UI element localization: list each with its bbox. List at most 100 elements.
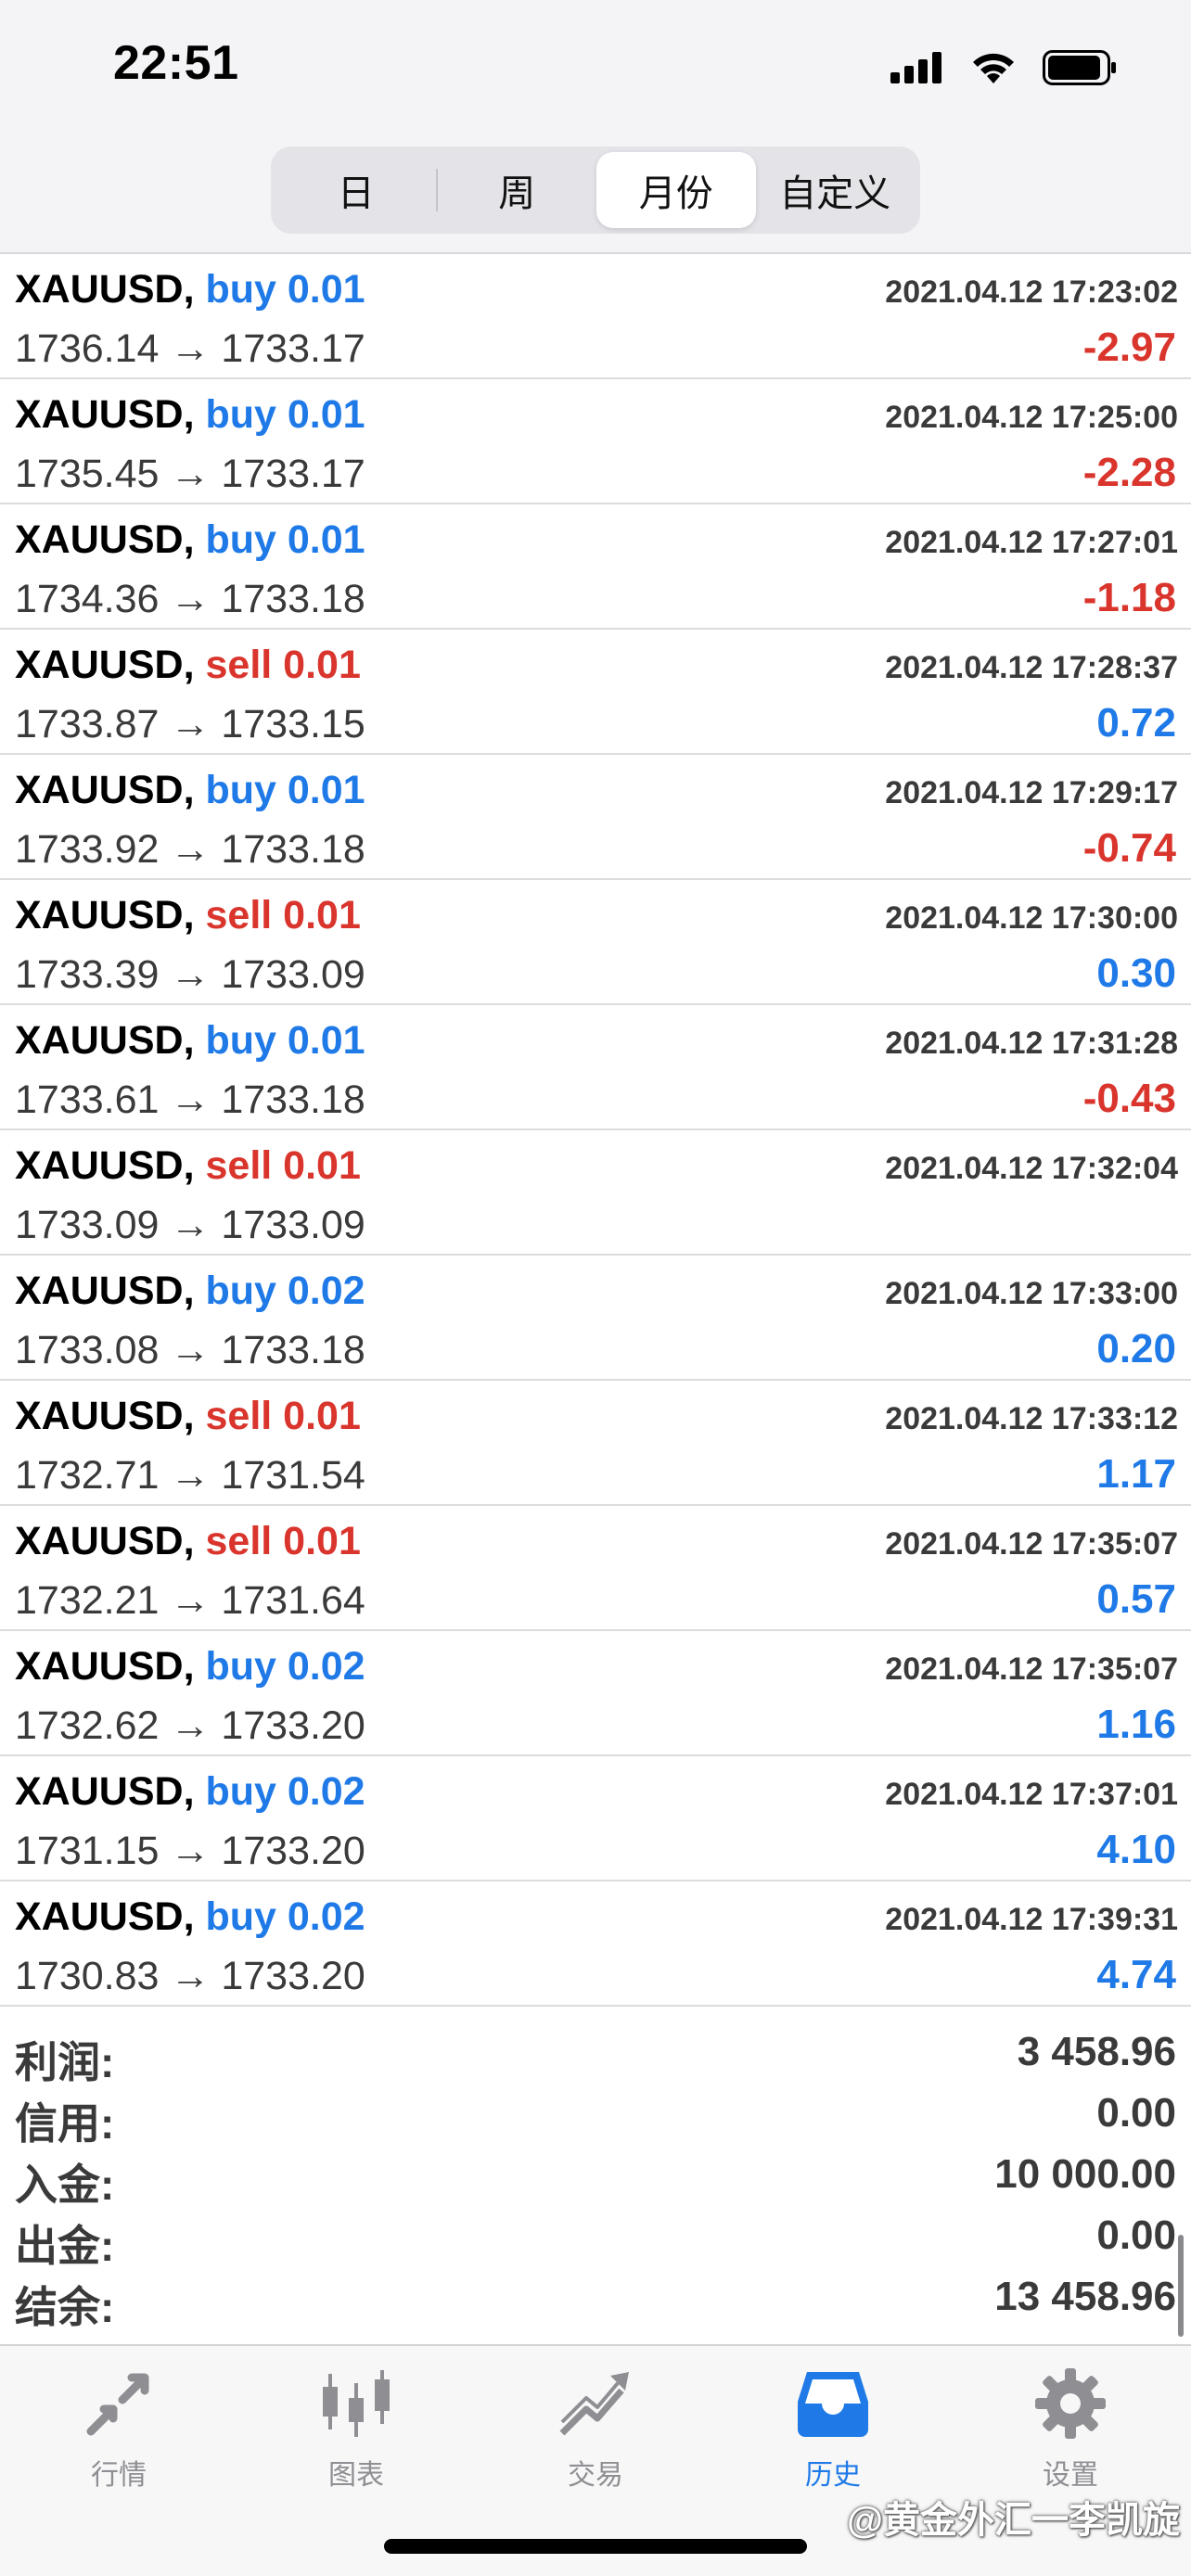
deal-open-price: 1733.61: [15, 1078, 160, 1122]
deal-time: 2021.04.12 17:31:28: [885, 1026, 1178, 1061]
gear-icon: [1035, 2368, 1106, 2439]
summary-label: 结余:: [15, 2283, 115, 2331]
deal-prices: 1732.71 → 1731.54: [15, 1453, 365, 1498]
deal-arrow: →: [170, 1703, 211, 1748]
segment-day-label: 日: [337, 173, 375, 214]
segment-day[interactable]: 日: [276, 152, 436, 228]
deal-open-price: 1734.36: [15, 577, 160, 621]
segment-month-label: 月份: [638, 173, 713, 214]
home-indicator[interactable]: [384, 2539, 807, 2554]
deal-close-price: 1733.15: [221, 702, 365, 746]
deal-prices: 1733.87 → 1733.15: [15, 702, 365, 747]
status-clock: 22:51: [113, 36, 239, 90]
deal-symbol: XAUUSD,: [15, 1143, 195, 1188]
segment-custom[interactable]: 自定义: [756, 152, 916, 228]
deal-symbol-line: XAUUSD, buy 0.02: [15, 1894, 365, 1940]
deal-row[interactable]: XAUUSD, buy 0.01 2021.04.12 17:23:02 1736.…: [0, 254, 1191, 379]
deal-row[interactable]: XAUUSD, sell 0.01 2021.04.12 17:33:12 1732…: [0, 1381, 1191, 1506]
scroll-indicator[interactable]: [1178, 2235, 1184, 2337]
deal-volume: 0.01: [287, 1018, 365, 1063]
deal-row[interactable]: XAUUSD, buy 0.02 2021.04.12 17:39:31 1730.…: [0, 1881, 1191, 2007]
deal-row[interactable]: XAUUSD, sell 0.01 2021.04.12 17:30:00 1733…: [0, 880, 1191, 1005]
deal-close-price: 1733.20: [221, 1954, 365, 1998]
deal-symbol-line: XAUUSD, sell 0.01: [15, 1519, 361, 1564]
segment-custom-label: 自定义: [779, 173, 891, 214]
deal-profit: 1.17: [1096, 1451, 1176, 1497]
deal-open-price: 1732.21: [15, 1578, 160, 1623]
deal-row[interactable]: XAUUSD, buy 0.01 2021.04.12 17:31:28 1733.…: [0, 1005, 1191, 1130]
deal-volume: 0.02: [287, 1269, 365, 1313]
deal-profit: -1.18: [1082, 575, 1176, 620]
deal-time: 2021.04.12 17:33:12: [885, 1401, 1178, 1436]
deal-time: 2021.04.12 17:35:07: [885, 1526, 1178, 1562]
deal-arrow: →: [170, 577, 211, 621]
deal-side: buy: [205, 517, 276, 562]
deal-side: sell: [205, 643, 273, 687]
deal-profit: 0.20: [1096, 1326, 1176, 1371]
tab-settings-label: 设置: [1043, 2460, 1098, 2491]
summary-row: 信用: 0.00: [0, 2083, 1191, 2148]
segment-month[interactable]: 月份: [596, 152, 756, 228]
deal-symbol: XAUUSD,: [15, 517, 195, 562]
summary-row: 结余: 13 458.96: [0, 2266, 1191, 2331]
deal-row[interactable]: XAUUSD, sell 0.01 2021.04.12 17:35:07 1732…: [0, 1506, 1191, 1631]
deal-profit: 0.57: [1096, 1576, 1176, 1622]
summary-label: 利润:: [15, 2038, 115, 2086]
deal-symbol: XAUUSD,: [15, 893, 195, 937]
tab-trade-label: 交易: [568, 2460, 623, 2491]
deal-prices: 1733.08 → 1733.18: [15, 1328, 365, 1373]
summary-value: 13 458.96: [994, 2274, 1176, 2319]
deal-side: sell: [205, 893, 273, 937]
deal-side: buy: [205, 1644, 276, 1689]
deal-row[interactable]: XAUUSD, buy 0.01 2021.04.12 17:29:17 1733.…: [0, 755, 1191, 880]
deal-side: buy: [205, 1018, 276, 1063]
deal-arrow: →: [170, 1203, 211, 1247]
deal-close-price: 1733.20: [221, 1829, 365, 1873]
deal-close-price: 1731.54: [221, 1453, 365, 1498]
cellular-signal-icon: [890, 52, 941, 83]
deal-volume: 0.01: [283, 1394, 361, 1438]
deal-side: buy: [205, 267, 276, 312]
deal-symbol-line: XAUUSD, buy 0.02: [15, 1769, 365, 1815]
deal-side: buy: [205, 1894, 276, 1939]
deal-close-price: 1733.17: [221, 326, 365, 371]
deal-side: buy: [205, 1769, 276, 1814]
tab-trade[interactable]: 交易: [521, 2365, 670, 2504]
deal-prices: 1733.92 → 1733.18: [15, 827, 365, 873]
deal-open-price: 1733.39: [15, 952, 160, 997]
deal-close-price: 1733.09: [221, 952, 365, 997]
deal-row[interactable]: XAUUSD, sell 0.01 2021.04.12 17:28:37 1733…: [0, 630, 1191, 755]
tab-quotes[interactable]: 行情: [45, 2365, 193, 2504]
deal-open-price: 1736.14: [15, 326, 160, 371]
segment-week-label: 周: [498, 173, 536, 214]
deal-arrow: →: [170, 1328, 211, 1372]
deal-prices: 1733.39 → 1733.09: [15, 952, 365, 998]
summary-row: 入金: 10 000.00: [0, 2144, 1191, 2209]
deal-time: 2021.04.12 17:39:31: [885, 1902, 1178, 1937]
deal-symbol-line: XAUUSD, buy 0.01: [15, 517, 365, 563]
deal-prices: 1732.21 → 1731.64: [15, 1578, 365, 1624]
deal-row[interactable]: XAUUSD, buy 0.02 2021.04.12 17:33:00 1733.…: [0, 1256, 1191, 1381]
deal-row[interactable]: XAUUSD, buy 0.01 2021.04.12 17:25:00 1735.…: [0, 379, 1191, 504]
tab-history[interactable]: 历史: [759, 2365, 907, 2504]
tab-chart[interactable]: 图表: [282, 2365, 430, 2504]
summary-label: 出金:: [15, 2222, 115, 2270]
deal-profit: -0.74: [1082, 825, 1176, 871]
deal-list: XAUUSD, buy 0.01 2021.04.12 17:23:02 1736.…: [0, 254, 1191, 2007]
deal-prices: 1733.61 → 1733.18: [15, 1078, 365, 1123]
deal-prices: 1732.62 → 1733.20: [15, 1703, 365, 1749]
deal-row[interactable]: XAUUSD, buy 0.01 2021.04.12 17:27:01 1734.…: [0, 504, 1191, 630]
candlestick-chart-icon: [323, 2370, 390, 2437]
deal-volume: 0.01: [283, 1519, 361, 1563]
tab-settings[interactable]: 设置: [996, 2365, 1145, 2504]
deal-close-price: 1731.64: [221, 1578, 365, 1623]
deal-row[interactable]: XAUUSD, sell 0.01 2021.04.12 17:32:04 1733…: [0, 1130, 1191, 1256]
deal-prices: 1735.45 → 1733.17: [15, 452, 365, 497]
deal-row[interactable]: XAUUSD, buy 0.02 2021.04.12 17:37:01 1731.…: [0, 1756, 1191, 1881]
deal-side: sell: [205, 1143, 273, 1188]
deal-close-price: 1733.18: [221, 577, 365, 621]
segment-week[interactable]: 周: [438, 152, 597, 228]
deal-row[interactable]: XAUUSD, buy 0.02 2021.04.12 17:35:07 1732.…: [0, 1631, 1191, 1756]
deal-side: sell: [205, 1519, 273, 1563]
summary-value: 3 458.96: [1017, 2029, 1176, 2074]
